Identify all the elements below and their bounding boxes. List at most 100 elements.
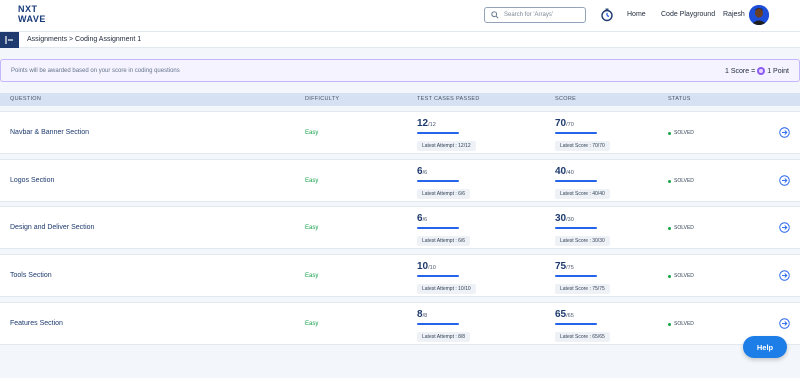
score-cell: 65/65 Latest Score : 65/65 <box>555 309 645 343</box>
arrow-right-circle-icon[interactable] <box>779 175 790 186</box>
score-cell: 40/40 Latest Score : 40/40 <box>555 166 645 200</box>
score-value: 40 <box>555 166 567 177</box>
points-rate-left: 1 Score = <box>725 67 756 75</box>
question-title[interactable]: Navbar & Banner Section <box>10 129 89 136</box>
arrow-right-circle-icon[interactable] <box>779 127 790 138</box>
search-input[interactable]: Search for 'Arrays' <box>484 7 586 23</box>
tests-progress-bar <box>417 132 459 134</box>
tests-passed: 12 <box>417 118 429 129</box>
score-progress-bar <box>555 323 597 325</box>
search-placeholder: Search for 'Arrays' <box>504 12 553 18</box>
avatar-image <box>749 5 769 25</box>
score-cell: 70/70 Latest Score : 70/70 <box>555 118 645 152</box>
latest-score: Latest Score : 40/40 <box>555 189 610 199</box>
test-cases-cell: 10/10 Latest Attempt : 10/10 <box>417 261 507 295</box>
test-cases-cell: 6/6 Latest Attempt : 6/6 <box>417 213 507 247</box>
score-cell: 75/75 Latest Score : 75/75 <box>555 261 645 295</box>
latest-score: Latest Score : 30/30 <box>555 236 610 246</box>
status-text: SOLVED <box>674 225 694 231</box>
score-total: /40 <box>566 170 574 176</box>
points-rate: 1 Score = 1 Point <box>725 67 789 75</box>
status-badge: SOLVED <box>668 178 694 184</box>
header-test-cases: TEST CASES PASSED <box>417 96 480 102</box>
logo-line-2: WAVE <box>18 14 46 24</box>
points-message: Points will be awarded based on your sco… <box>11 68 180 74</box>
tests-passed: 10 <box>417 261 429 272</box>
status-badge: SOLVED <box>668 321 694 327</box>
header-question: QUESTION <box>10 96 42 102</box>
question-title[interactable]: Logos Section <box>10 177 54 184</box>
score-progress-bar <box>555 132 597 134</box>
table-row[interactable]: Design and Deliver Section Easy 6/6 Late… <box>0 206 800 249</box>
arrow-right-circle-icon[interactable] <box>779 318 790 329</box>
avatar[interactable] <box>749 5 769 25</box>
status-text: SOLVED <box>674 178 694 184</box>
question-title[interactable]: Tools Section <box>10 272 52 279</box>
latest-score: Latest Score : 75/75 <box>555 284 610 294</box>
test-cases-cell: 6/6 Latest Attempt : 6/6 <box>417 166 507 200</box>
score-value: 30 <box>555 213 567 224</box>
latest-attempt: Latest Attempt : 6/6 <box>417 236 471 246</box>
nav-code-playground-link[interactable]: Code Playground <box>661 11 715 18</box>
status-text: SOLVED <box>674 273 694 279</box>
status-dot <box>668 274 671 278</box>
score-value: 70 <box>555 118 567 129</box>
points-rate-right: 1 Point <box>767 67 789 75</box>
tests-progress-bar <box>417 275 459 277</box>
sidebar-toggle-button[interactable] <box>0 32 19 48</box>
nxtwave-logo[interactable]: NXT WAVE <box>18 5 58 25</box>
arrow-right-circle-icon[interactable] <box>779 222 790 233</box>
status-dot <box>668 131 671 135</box>
status-badge: SOLVED <box>668 225 694 231</box>
score-total: /65 <box>566 313 574 319</box>
score-total: /30 <box>566 217 574 223</box>
score-total: /70 <box>566 122 574 128</box>
breadcrumb[interactable]: Assignments > Coding Assignment 1 <box>27 36 141 43</box>
score-value: 75 <box>555 261 567 272</box>
difficulty-label: Easy <box>305 321 319 327</box>
status-text: SOLVED <box>674 321 694 327</box>
tests-progress-bar <box>417 180 459 182</box>
logo-line-1: NXT <box>18 4 38 14</box>
status-badge: SOLVED <box>668 130 694 136</box>
question-title[interactable]: Features Section <box>10 320 63 327</box>
tests-total: /6 <box>422 217 428 223</box>
difficulty-label: Easy <box>305 225 319 231</box>
latest-attempt: Latest Attempt : 8/8 <box>417 332 471 342</box>
tests-progress-bar <box>417 323 459 325</box>
table-row[interactable]: Logos Section Easy 6/6 Latest Attempt : … <box>0 159 800 202</box>
score-progress-bar <box>555 275 597 277</box>
arrow-right-circle-icon[interactable] <box>779 270 790 281</box>
score-value: 65 <box>555 309 567 320</box>
tests-total: /12 <box>428 122 436 128</box>
table-row[interactable]: Features Section Easy 8/8 Latest Attempt… <box>0 302 800 345</box>
test-cases-cell: 8/8 Latest Attempt : 8/8 <box>417 309 507 343</box>
difficulty-label: Easy <box>305 130 319 136</box>
header-score: SCORE <box>555 96 577 102</box>
help-button[interactable]: Help <box>743 336 787 358</box>
point-coin-icon <box>757 67 766 75</box>
difficulty-label: Easy <box>305 178 319 184</box>
status-badge: SOLVED <box>668 273 694 279</box>
header-difficulty: DIFFICULTY <box>305 96 340 102</box>
status-text: SOLVED <box>674 130 694 136</box>
top-navbar: NXT WAVE Search for 'Arrays' Home Code P… <box>0 0 800 31</box>
score-progress-bar <box>555 180 597 182</box>
tests-total: /10 <box>428 265 436 271</box>
score-progress-bar <box>555 227 597 229</box>
user-name[interactable]: Rajesh <box>723 11 745 18</box>
clock-icon[interactable] <box>600 8 614 22</box>
tests-total: /8 <box>422 313 428 319</box>
tests-progress-bar <box>417 227 459 229</box>
table-row[interactable]: Navbar & Banner Section Easy 12/12 Lates… <box>0 111 800 154</box>
status-dot <box>668 322 671 326</box>
table-row[interactable]: Tools Section Easy 10/10 Latest Attempt … <box>0 254 800 297</box>
nav-home-link[interactable]: Home <box>627 11 646 18</box>
header-status: STATUS <box>668 96 691 102</box>
question-title[interactable]: Design and Deliver Section <box>10 224 94 231</box>
latest-attempt: Latest Attempt : 6/6 <box>417 189 471 199</box>
points-notice: Points will be awarded based on your sco… <box>0 59 800 82</box>
score-cell: 30/30 Latest Score : 30/30 <box>555 213 645 247</box>
status-dot <box>668 179 671 183</box>
latest-score: Latest Score : 70/70 <box>555 141 610 151</box>
